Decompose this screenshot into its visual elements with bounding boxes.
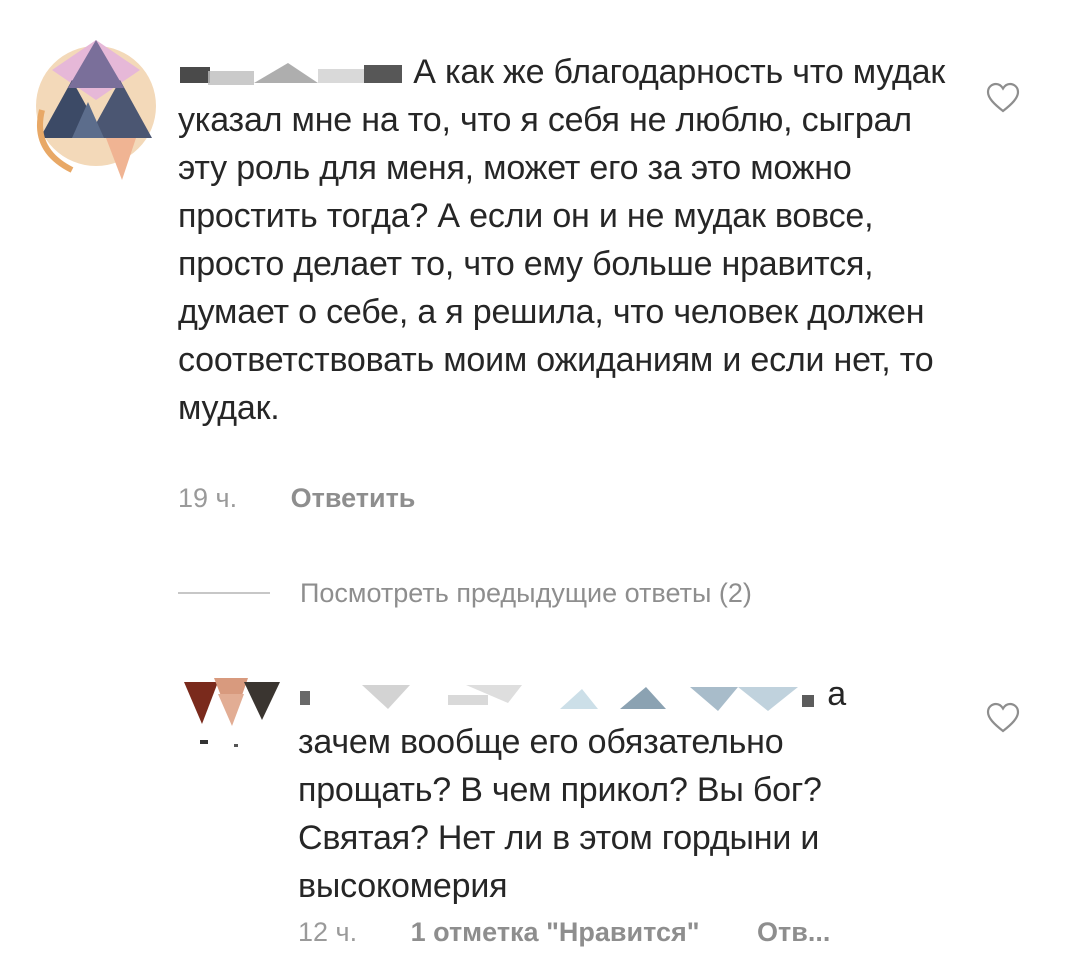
avatar[interactable]	[32, 40, 162, 180]
timestamp: 12 ч.	[298, 917, 358, 947]
reply-button[interactable]: Ответить	[291, 483, 416, 513]
avatar-image	[36, 40, 156, 180]
likes-count-link[interactable]: 1 отметка "Нравится"	[411, 917, 700, 947]
heart-outline-icon[interactable]	[986, 702, 1020, 734]
comment-text-first-line: А как же благодарность что	[413, 53, 844, 91]
username-blurred[interactable]	[178, 59, 404, 89]
comment-text: а зачем вообще его обязательно прощать? …	[298, 670, 918, 910]
username-blurred[interactable]	[298, 681, 818, 712]
view-previous-replies-label[interactable]: Посмотреть предыдущие ответы (2)	[300, 578, 752, 609]
reply-button[interactable]: Отв...	[757, 917, 830, 947]
comment-meta: 19 ч. Ответить	[178, 483, 415, 514]
avatar-image	[184, 678, 280, 747]
comment-text-body: мудак указал мне на то, что я себя не лю…	[178, 53, 946, 427]
comment-text: А как же благодарность что мудак указал …	[178, 48, 958, 432]
timestamp: 19 ч.	[178, 483, 238, 513]
avatar[interactable]	[184, 664, 280, 754]
view-previous-replies[interactable]: Посмотреть предыдущие ответы (2)	[178, 576, 752, 610]
divider-line	[178, 592, 270, 594]
comment-meta: 12 ч. 1 отметка "Нравится" Отв...	[298, 917, 830, 948]
comment-text-body: зачем вообще его обязательно прощать? В …	[298, 723, 822, 905]
heart-outline-icon[interactable]	[986, 82, 1020, 114]
comment-text-first-line: а	[827, 675, 846, 713]
